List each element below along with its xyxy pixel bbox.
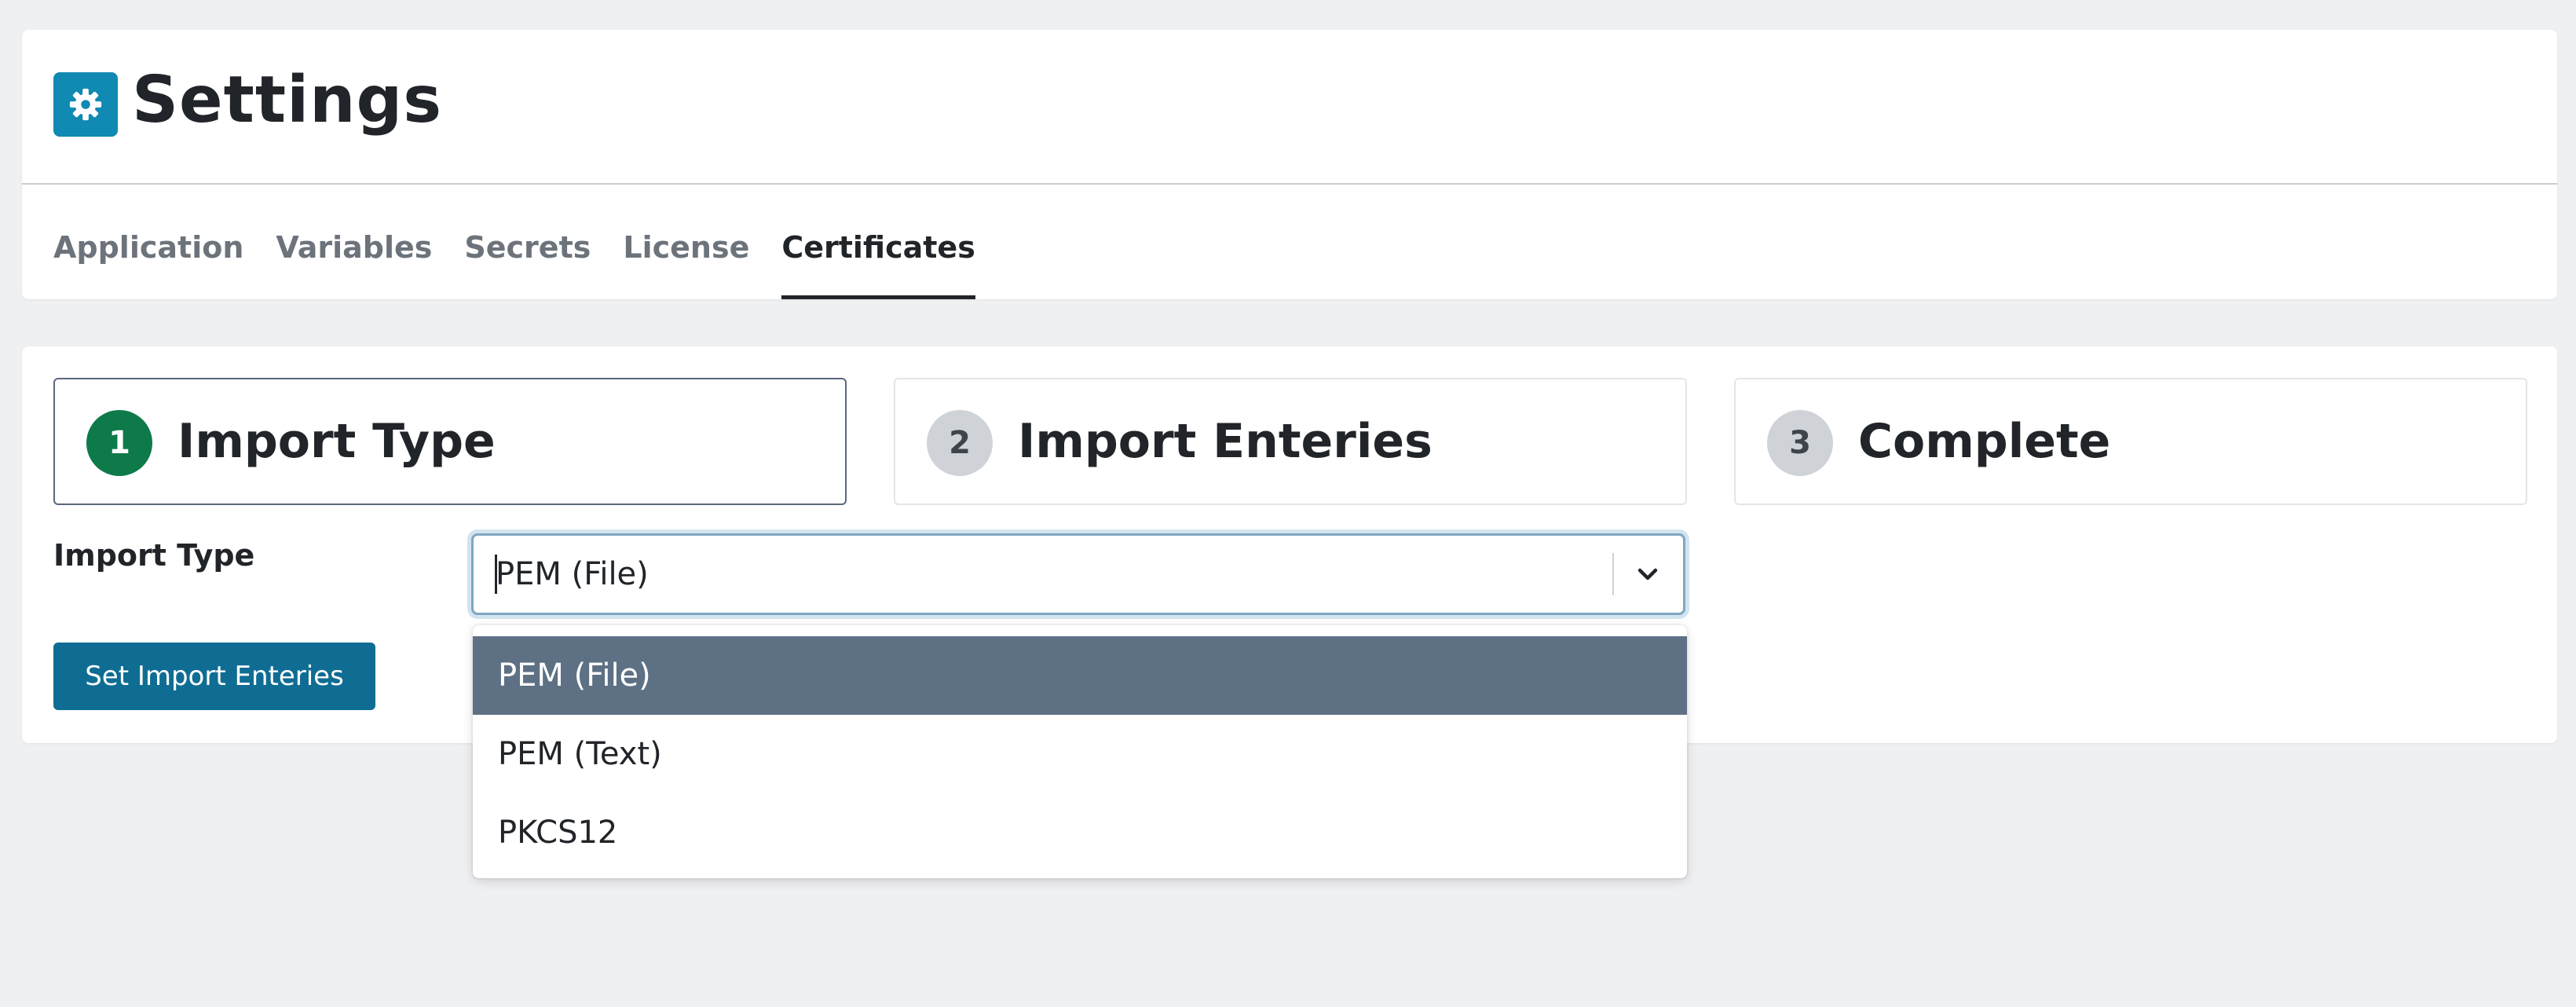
tab-certificates[interactable]: Certificates <box>781 185 976 299</box>
gear-icon <box>53 72 118 137</box>
step-number-badge: 2 <box>927 410 993 476</box>
import-type-dropdown-menu: PEM (File) PEM (Text) PKCS12 <box>473 625 1687 878</box>
option-pem-text[interactable]: PEM (Text) <box>473 715 1687 793</box>
option-pem-file[interactable]: PEM (File) <box>473 636 1687 715</box>
step-label: Import Enteries <box>1018 414 1433 469</box>
set-import-enteries-button[interactable]: Set Import Enteries <box>53 643 375 710</box>
step-import-type[interactable]: 1 Import Type <box>53 378 847 505</box>
import-type-select[interactable]: PEM (File) <box>471 533 1685 615</box>
select-separator <box>1612 553 1614 595</box>
step-import-enteries[interactable]: 2 Import Enteries <box>894 378 1687 505</box>
step-number-badge: 1 <box>86 410 152 476</box>
header-title-bar: Settings <box>22 30 2557 185</box>
step-label: Complete <box>1858 414 2111 469</box>
settings-tabs: Application Variables Secrets License Ce… <box>53 185 1008 299</box>
select-value: PEM (File) <box>496 556 649 592</box>
chevron-down-icon[interactable] <box>1630 556 1666 592</box>
step-label: Import Type <box>177 414 496 469</box>
step-complete[interactable]: 3 Complete <box>1734 378 2527 505</box>
tab-license[interactable]: License <box>623 185 749 299</box>
step-number-badge: 3 <box>1767 410 1833 476</box>
settings-header-card: Settings Application Variables Secrets L… <box>22 30 2557 299</box>
tab-secrets[interactable]: Secrets <box>464 185 591 299</box>
option-pkcs12[interactable]: PKCS12 <box>473 793 1687 872</box>
tab-variables[interactable]: Variables <box>276 185 432 299</box>
page-title: Settings <box>132 63 443 137</box>
import-type-label: Import Type <box>53 538 255 573</box>
tab-application[interactable]: Application <box>53 185 243 299</box>
